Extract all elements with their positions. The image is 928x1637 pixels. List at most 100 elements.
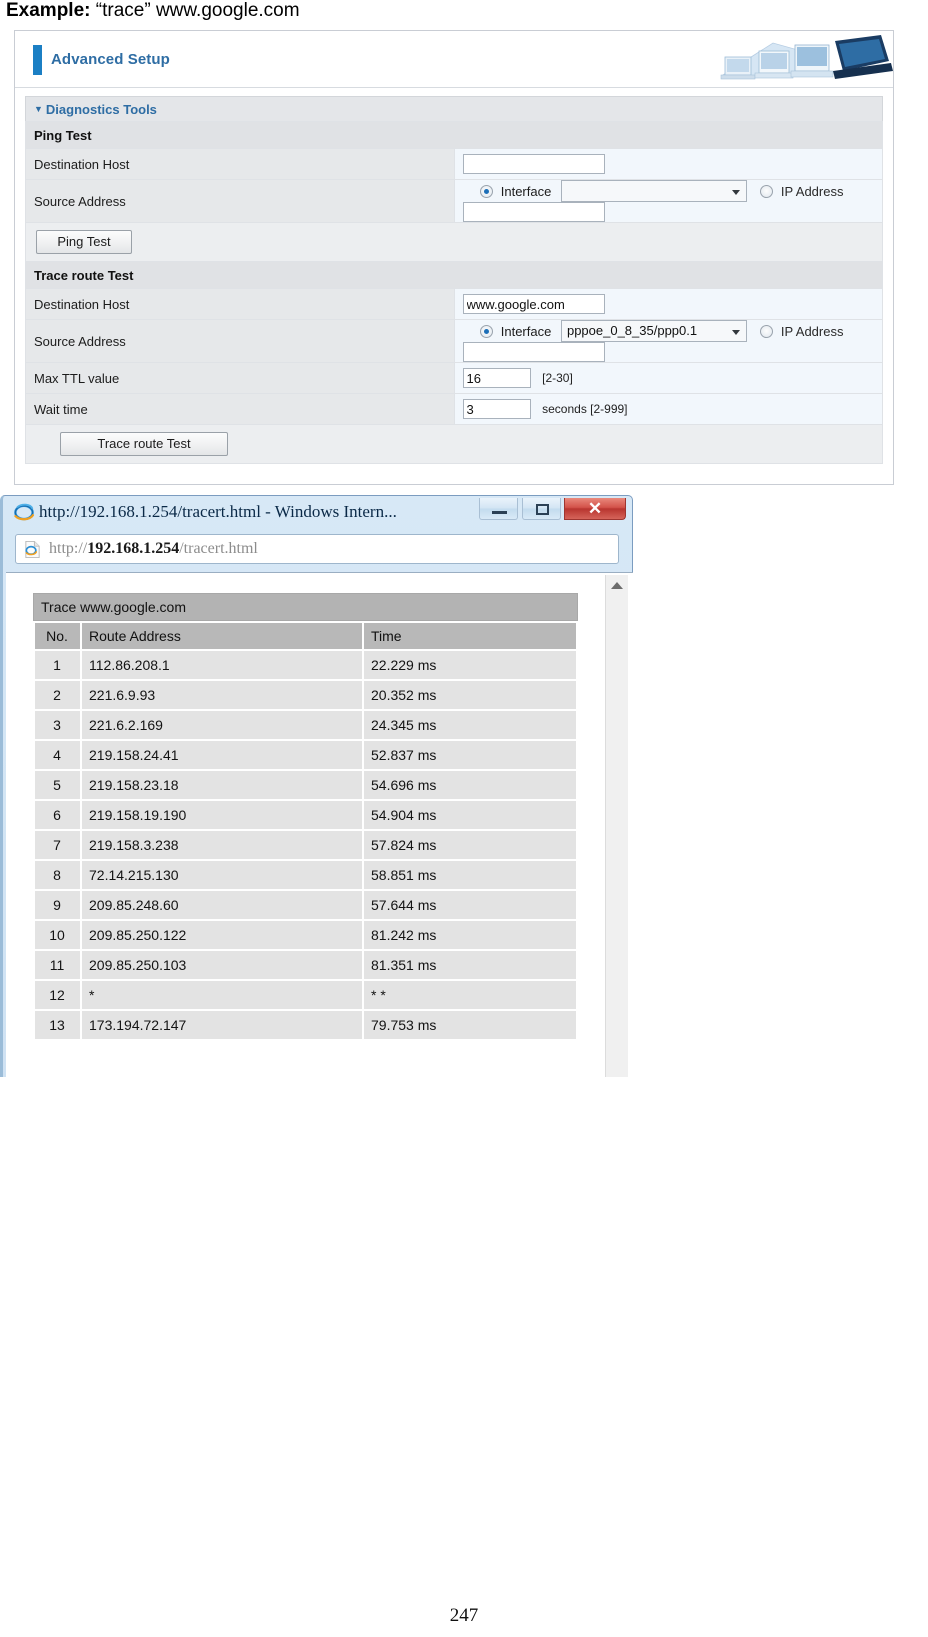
cell-no: 2 — [35, 681, 80, 709]
cell-no: 9 — [35, 891, 80, 919]
results-table-head: No. Route Address Time — [35, 623, 576, 649]
table-row: 6 219.158.19.190 54.904 ms — [35, 801, 576, 829]
page-icon — [25, 540, 40, 559]
trace-maxttl-label: Max TTL value — [25, 362, 455, 394]
table-row: 3 221.6.2.169 24.345 ms — [35, 711, 576, 739]
trace-destination-cell — [453, 288, 883, 320]
close-button[interactable]: ✕ — [564, 498, 626, 520]
cell-no: 12 — [35, 981, 80, 1009]
chevron-down-icon — [731, 330, 740, 335]
trace-source-row: Source Address Interface pppoe_0_8_35/pp… — [25, 319, 883, 363]
trace-waittime-input[interactable] — [462, 399, 531, 419]
trace-ipaddress-input[interactable] — [462, 342, 605, 362]
cell-route-address: * — [82, 981, 362, 1009]
trace-source-cell: Interface pppoe_0_8_35/ppp0.1 IP Address — [453, 319, 883, 363]
cell-time: 79.753 ms — [364, 1011, 576, 1039]
diagnostics-table: Ping Test Destination Host Source Addres… — [25, 121, 883, 464]
internet-explorer-icon — [14, 503, 35, 521]
url-host: 192.168.1.254 — [87, 540, 180, 557]
cell-no: 11 — [35, 951, 80, 979]
ping-ipaddress-label: IP Address — [780, 183, 844, 199]
trace-destination-label: Destination Host — [25, 288, 455, 320]
table-row: 10 209.85.250.122 81.242 ms — [35, 921, 576, 949]
browser-titlebar[interactable]: http://192.168.1.254/tracert.html - Wind… — [3, 496, 632, 528]
diagnostics-body: ▼ Diagnostics Tools Ping Test Destination… — [15, 88, 893, 474]
col-no: No. — [35, 623, 80, 649]
trace-waittime-label: Wait time — [25, 393, 455, 425]
ping-destination-row: Destination Host — [25, 148, 883, 180]
table-row: 7 219.158.3.238 57.824 ms — [35, 831, 576, 859]
cell-no: 6 — [35, 801, 80, 829]
table-row: 5 219.158.23.18 54.696 ms — [35, 771, 576, 799]
browser-window: http://192.168.1.254/tracert.html - Wind… — [0, 495, 633, 1077]
vertical-scrollbar[interactable] — [605, 575, 628, 1077]
caption-text: “trace” www.google.com — [95, 0, 300, 21]
url-scheme: http:// — [49, 540, 88, 557]
ping-section-label: Ping Test — [25, 121, 883, 149]
diagnostics-tools-header[interactable]: ▼ Diagnostics Tools — [25, 96, 883, 121]
cell-no: 3 — [35, 711, 80, 739]
minimize-icon — [492, 511, 508, 514]
ping-destination-cell — [453, 148, 883, 180]
table-row: 1 112.86.208.1 22.229 ms — [35, 651, 576, 679]
table-row: 9 209.85.248.60 57.644 ms — [35, 891, 576, 919]
trace-results: Trace www.google.com No. Route Address T… — [33, 593, 578, 1041]
cell-time: 58.851 ms — [364, 861, 576, 889]
cell-route-address: 173.194.72.147 — [82, 1011, 362, 1039]
ping-interface-select[interactable] — [560, 180, 747, 202]
trace-destination-input[interactable] — [462, 294, 605, 314]
table-row: 12 * * * — [35, 981, 576, 1009]
ping-destination-input[interactable] — [462, 154, 605, 174]
ping-button-row: Ping Test — [25, 222, 883, 262]
trace-destination-row: Destination Host — [25, 288, 883, 320]
trace-interface-label: Interface — [500, 323, 552, 339]
cell-no: 10 — [35, 921, 80, 949]
cell-route-address: 219.158.19.190 — [82, 801, 362, 829]
table-row: 11 209.85.250.103 81.351 ms — [35, 951, 576, 979]
trace-maxttl-hint: [2-30] — [542, 371, 573, 385]
results-table: No. Route Address Time 1 112.86.208.1 22.2… — [33, 621, 578, 1041]
cell-route-address: 209.85.250.122 — [82, 921, 362, 949]
scroll-up-arrow-icon[interactable] — [611, 582, 623, 589]
cell-time: 20.352 ms — [364, 681, 576, 709]
trace-ipaddress-radio[interactable] — [760, 324, 774, 338]
table-row: 4 219.158.24.41 52.837 ms — [35, 741, 576, 769]
trace-interface-radio[interactable] — [480, 324, 494, 338]
ping-ipaddress-input[interactable] — [462, 202, 605, 222]
cell-time: 81.242 ms — [364, 921, 576, 949]
cell-time: 57.644 ms — [364, 891, 576, 919]
caption-prefix: Example: — [6, 0, 91, 21]
trace-section-row: Trace route Test — [25, 261, 883, 289]
ping-interface-radio[interactable] — [480, 184, 494, 198]
restore-button[interactable] — [521, 498, 561, 520]
minimize-button[interactable] — [479, 498, 519, 520]
cell-time: 52.837 ms — [364, 741, 576, 769]
browser-frame: http://192.168.1.254/tracert.html - Wind… — [0, 495, 633, 1077]
cell-route-address: 219.158.23.18 — [82, 771, 362, 799]
trace-interface-value: pppoe_0_8_35/ppp0.1 — [566, 323, 698, 338]
trace-source-label: Source Address — [25, 319, 455, 363]
cell-time: 22.229 ms — [364, 651, 576, 679]
cell-no: 4 — [35, 741, 80, 769]
ping-ipaddress-radio[interactable] — [760, 184, 774, 198]
trace-maxttl-cell: [2-30] — [453, 362, 883, 394]
col-route-address: Route Address — [82, 623, 362, 649]
trace-button-cell: Trace route Test — [25, 424, 883, 464]
page-title: Advanced Setup — [51, 51, 170, 68]
trace-interface-select[interactable]: pppoe_0_8_35/ppp0.1 — [560, 320, 747, 342]
table-row: 13 173.194.72.147 79.753 ms — [35, 1011, 576, 1039]
cell-route-address: 221.6.9.93 — [82, 681, 362, 709]
cell-route-address: 219.158.3.238 — [82, 831, 362, 859]
trace-maxttl-input[interactable] — [462, 368, 531, 388]
trace-route-test-button[interactable]: Trace route Test — [60, 432, 228, 456]
ping-test-button[interactable]: Ping Test — [36, 230, 132, 254]
table-row: 8 72.14.215.130 58.851 ms — [35, 861, 576, 889]
chevron-down-icon — [731, 190, 740, 195]
ping-destination-label: Destination Host — [25, 148, 455, 180]
cell-route-address: 112.86.208.1 — [82, 651, 362, 679]
browser-content: Trace www.google.com No. Route Address T… — [6, 572, 633, 1077]
page-number: 247 — [449, 1605, 479, 1626]
cell-time: 81.351 ms — [364, 951, 576, 979]
address-bar[interactable]: http://192.168.1.254/tracert.html — [15, 534, 619, 564]
results-caption: Trace www.google.com — [33, 593, 578, 621]
